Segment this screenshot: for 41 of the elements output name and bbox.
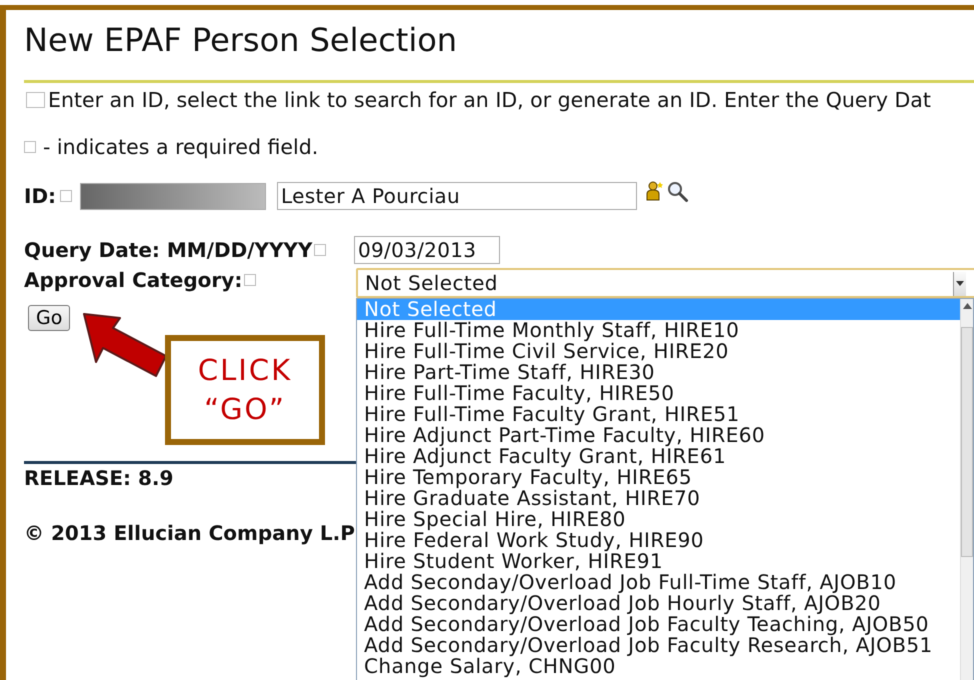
callout-text: CLICK xyxy=(198,353,292,388)
dropdown-option[interactable]: Hire Full-Time Civil Service, HIRE20 xyxy=(357,341,961,362)
required-icon xyxy=(24,141,36,153)
field-label: Approval Category: xyxy=(24,268,242,292)
instruction-text: Enter an ID, select the link to search for an ID, or generate an ID. Enter the Query Dat xyxy=(48,88,931,112)
name-field[interactable]: Lester A Pourciau xyxy=(277,182,638,210)
query-date-field[interactable]: 09/03/2013 xyxy=(354,236,500,264)
dropdown-option[interactable]: Add Secondary/Overload Job Faculty Research, AJOB51 xyxy=(357,635,961,656)
page-title: New EPAF Person Selection xyxy=(23,20,458,61)
dropdown-option[interactable]: Add Seconday/Overload Job Full-Time Staff, AJOB10 xyxy=(357,572,961,593)
dropdown-option[interactable]: Hire Special Hire, HIRE80 xyxy=(357,509,961,530)
dropdown-option[interactable]: Hire Adjunct Faculty Grant, HIRE61 xyxy=(357,446,961,467)
required-note: - indicates a required field. xyxy=(43,135,318,159)
dropdown-option[interactable]: Hire Student Worker, HIRE91 xyxy=(357,551,961,572)
dropdown-option[interactable]: Hire Full-Time Monthly Staff, HIRE10 xyxy=(357,320,961,341)
approval-category-select[interactable]: Not Selected xyxy=(356,268,974,298)
field-label: Query Date: MM/DD/YYYY xyxy=(24,238,312,262)
dropdown-option[interactable]: Hire Part-Time Staff, HIRE30 xyxy=(357,362,961,383)
release-text: RELEASE: 8.9 xyxy=(24,466,174,490)
square-icon xyxy=(26,92,45,108)
scroll-up-icon[interactable] xyxy=(963,303,972,309)
search-icon[interactable] xyxy=(667,181,690,203)
dropdown-option[interactable]: Hire Federal Work Study, HIRE90 xyxy=(357,530,961,551)
select-value: Not Selected xyxy=(365,271,498,295)
required-icon xyxy=(314,244,326,256)
copyright-text: © 2013 Ellucian Company L.P xyxy=(24,521,355,545)
required-icon xyxy=(60,190,72,202)
dropdown-option[interactable]: Change Salary, CHNG00 xyxy=(357,656,961,677)
person-icon[interactable] xyxy=(645,181,664,201)
dropdown-option[interactable]: Add Secondary/Overload Job Faculty Teaching, AJOB50 xyxy=(357,614,961,635)
dropdown-option[interactable]: Add Secondary/Overload Job Hourly Staff, AJOB20 xyxy=(357,593,961,614)
dropdown-option[interactable]: Hire Adjunct Part-Time Faculty, HIRE60 xyxy=(357,425,961,446)
callout-text: “GO” xyxy=(204,392,286,427)
dropdown-option[interactable]: Hire Temporary Faculty, HIRE65 xyxy=(357,467,961,488)
required-icon xyxy=(244,274,256,286)
field-label: ID: xyxy=(24,184,56,208)
dropdown-option[interactable]: Hire Full-Time Faculty Grant, HIRE51 xyxy=(357,404,961,425)
scrollbar[interactable] xyxy=(960,299,973,680)
dropdown-option[interactable]: Hire Full-Time Faculty, HIRE50 xyxy=(357,383,961,404)
go-button[interactable]: Go xyxy=(28,305,70,331)
dropdown-option[interactable]: Hire Graduate Assistant, HIRE70 xyxy=(357,488,961,509)
